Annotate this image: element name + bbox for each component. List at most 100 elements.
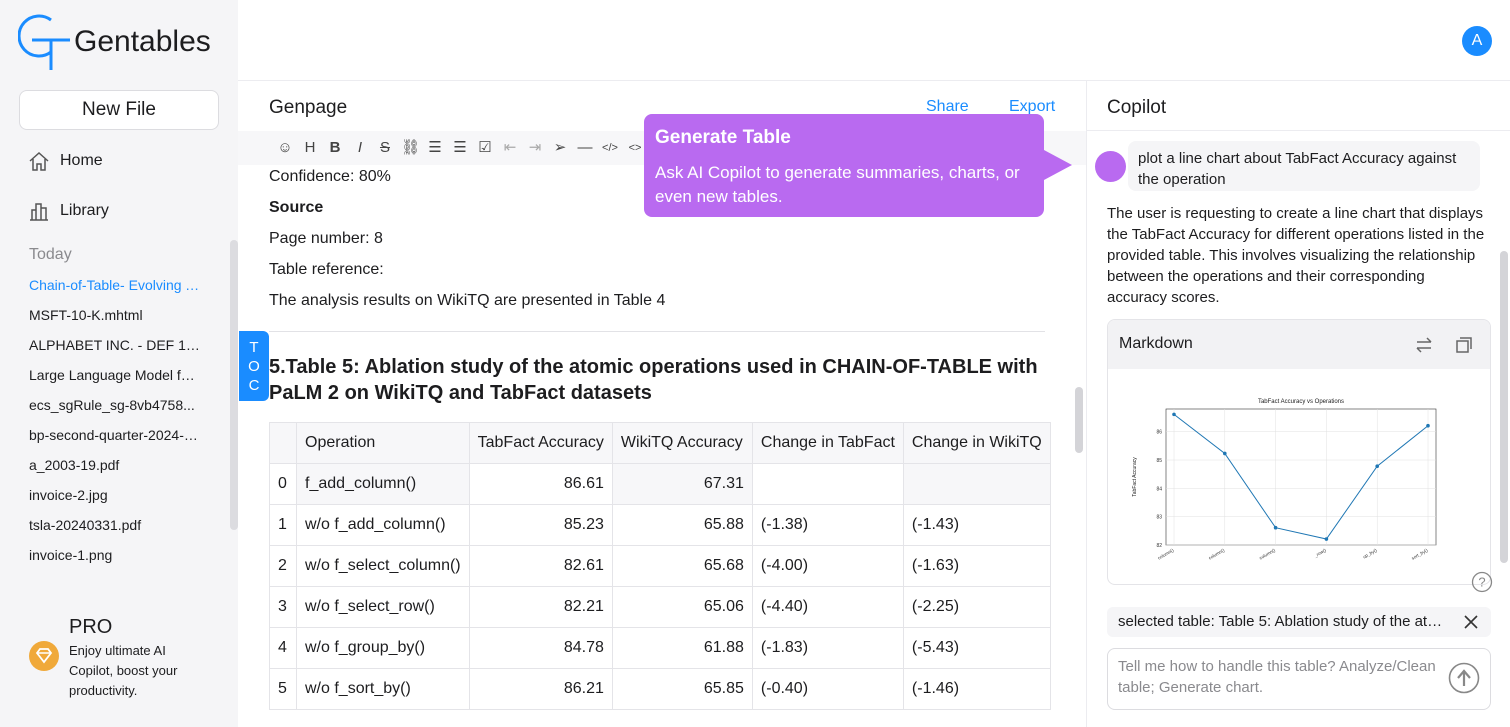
table-cell[interactable]: 82.21 (468, 586, 613, 628)
data-point (1273, 525, 1278, 530)
table-row[interactable]: 0 f_add_column() 86.61 67.31 (269, 463, 1051, 505)
ai-message: The user is requesting to create a line … (1107, 205, 1485, 306)
file-item[interactable]: MSFT-10-K.mhtml (29, 304, 201, 334)
column-header[interactable]: TabFact Accuracy (468, 422, 613, 464)
avatar[interactable]: A (1462, 26, 1492, 56)
page-number-text: Page number: 8 (269, 230, 383, 247)
toc-button[interactable]: T O C (239, 331, 269, 401)
nav-home[interactable]: Home (28, 148, 103, 174)
strikethrough-icon[interactable]: S (376, 137, 394, 159)
table-cell[interactable]: w/o f_add_column() (296, 504, 470, 546)
table-cell[interactable]: 84.78 (468, 627, 613, 669)
table-row[interactable]: 3 w/o f_select_row() 82.21 65.06 (-4.40)… (269, 586, 1051, 628)
table-cell[interactable]: (-4.00) (751, 545, 904, 587)
table-cell[interactable]: 61.88 (611, 627, 753, 669)
file-item[interactable]: ALPHABET INC. - DEF 14A (29, 334, 201, 364)
table-cell[interactable]: 86.61 (468, 463, 613, 505)
table-cell[interactable]: (-4.40) (751, 586, 904, 628)
table-row[interactable]: 4 w/o f_group_by() 84.78 61.88 (-1.83) (… (269, 627, 1051, 669)
table-cell[interactable]: w/o f_group_by() (296, 627, 470, 669)
column-header[interactable]: Change in TabFact (751, 422, 904, 464)
file-item[interactable]: invoice-1.png (29, 544, 201, 574)
file-item[interactable]: invoice-2.jpg (29, 484, 201, 514)
library-icon (30, 203, 48, 221)
heading-icon[interactable]: H (301, 137, 319, 159)
send-icon[interactable]: ➢ (551, 137, 569, 159)
table-cell[interactable]: (-1.46) (902, 668, 1051, 710)
table-row[interactable]: 1 w/o f_add_column() 85.23 65.88 (-1.38)… (269, 504, 1051, 546)
column-header[interactable]: Operation (296, 422, 470, 464)
table-row[interactable]: 5 w/o f_sort_by() 86.21 65.85 (-0.40) (-… (269, 668, 1051, 710)
selected-table-label: selected table: Table 5: Ablation study … (1118, 613, 1448, 630)
nav-library[interactable]: Library (28, 198, 109, 224)
table-cell[interactable]: (-1.38) (751, 504, 904, 546)
emoji-icon[interactable]: ☺ (276, 137, 294, 159)
table-cell[interactable]: w/o f_select_row() (296, 586, 470, 628)
chart-container: 82 83 84 85 86 column() column() column() _row()… (1118, 385, 1478, 570)
checklist-icon[interactable]: ☑ (476, 137, 494, 159)
numbered-list-icon[interactable]: ☰ (451, 137, 469, 159)
table-cell[interactable]: (-1.83) (751, 627, 904, 669)
bold-icon[interactable]: B (326, 137, 344, 159)
selected-table-chip: selected table: Table 5: Ablation study … (1107, 607, 1491, 637)
generate-table-callout: Generate Table Ask AI Copilot to generat… (644, 114, 1072, 217)
bullet-list-icon[interactable]: ☰ (426, 137, 444, 159)
data-point (1375, 464, 1379, 469)
close-icon[interactable] (1463, 614, 1479, 630)
table-cell[interactable]: (-1.63) (902, 545, 1051, 587)
link-icon[interactable]: ⛓ (401, 137, 420, 159)
copilot-input[interactable] (1118, 656, 1438, 702)
column-header[interactable]: WikiTQ Accuracy (611, 422, 753, 464)
y-tick-label: 85 (1156, 458, 1162, 464)
copy-icon[interactable] (1454, 335, 1474, 355)
new-file-button[interactable]: New File (19, 90, 219, 130)
table-cell[interactable]: 67.31 (611, 463, 753, 505)
table-row[interactable]: 2 w/o f_select_column() 82.61 65.68 (-4.… (269, 545, 1051, 587)
table-cell[interactable]: (-1.43) (902, 504, 1051, 546)
table-cell[interactable]: 65.85 (611, 668, 753, 710)
code-block-icon[interactable]: <> (626, 137, 644, 159)
table-cell[interactable]: 85.23 (468, 504, 613, 546)
table-cell[interactable]: 65.06 (611, 586, 753, 628)
italic-icon[interactable]: I (351, 137, 369, 159)
send-button-icon[interactable] (1448, 662, 1480, 694)
column-header[interactable]: Change in WikiTQ (902, 422, 1051, 464)
help-icon[interactable]: ? (1471, 571, 1493, 593)
file-item[interactable]: a_2003-19.pdf (29, 454, 201, 484)
column-header[interactable] (269, 422, 297, 464)
code-icon[interactable]: </> (601, 137, 619, 159)
horizontal-rule-icon[interactable]: — (576, 137, 594, 159)
swap-icon[interactable] (1414, 335, 1434, 355)
table-cell[interactable] (902, 463, 1051, 505)
file-item[interactable]: Large Language Model for Table Processin… (29, 364, 201, 394)
markdown-card-title: Markdown (1119, 335, 1193, 352)
row-index: 0 (269, 463, 297, 505)
toc-letter: O (248, 358, 260, 375)
table-cell[interactable]: 65.68 (611, 545, 753, 587)
table-cell[interactable]: f_add_column() (296, 463, 470, 505)
table-cell[interactable] (751, 463, 904, 505)
indent-icon[interactable]: ⇥ (526, 137, 544, 159)
file-item[interactable]: bp-second-quarter-2024-results (29, 424, 201, 454)
file-item[interactable]: tsla-20240331.pdf (29, 514, 201, 544)
outdent-icon[interactable]: ⇤ (501, 137, 519, 159)
section-today: Today (29, 246, 72, 263)
genpage-scrollbar[interactable] (1075, 387, 1083, 453)
table-cell[interactable]: w/o f_sort_by() (296, 668, 470, 710)
pro-promo[interactable]: PRO Enjoy ultimate AI Copilot, boost you… (28, 616, 228, 706)
row-index: 3 (269, 586, 297, 628)
file-item[interactable]: ecs_sgRule_sg-8vb4758... (29, 394, 201, 424)
table-cell[interactable]: (-5.43) (902, 627, 1051, 669)
table-cell[interactable]: 82.61 (468, 545, 613, 587)
gentables-logo[interactable]: Gentables (18, 12, 228, 72)
copilot-scrollbar[interactable] (1500, 251, 1508, 563)
table-cell[interactable]: 86.21 (468, 668, 613, 710)
table-cell[interactable]: w/o f_select_column() (296, 545, 470, 587)
sidebar-scrollbar[interactable] (230, 240, 238, 530)
table-cell[interactable]: (-0.40) (751, 668, 904, 710)
table-cell[interactable]: (-2.25) (902, 586, 1051, 628)
data-point (1324, 537, 1329, 541)
app-name: Gentables (74, 25, 211, 58)
file-item[interactable]: Chain-of-Table- Evolving Tables in the R… (29, 274, 201, 304)
table-cell[interactable]: 65.88 (611, 504, 753, 546)
